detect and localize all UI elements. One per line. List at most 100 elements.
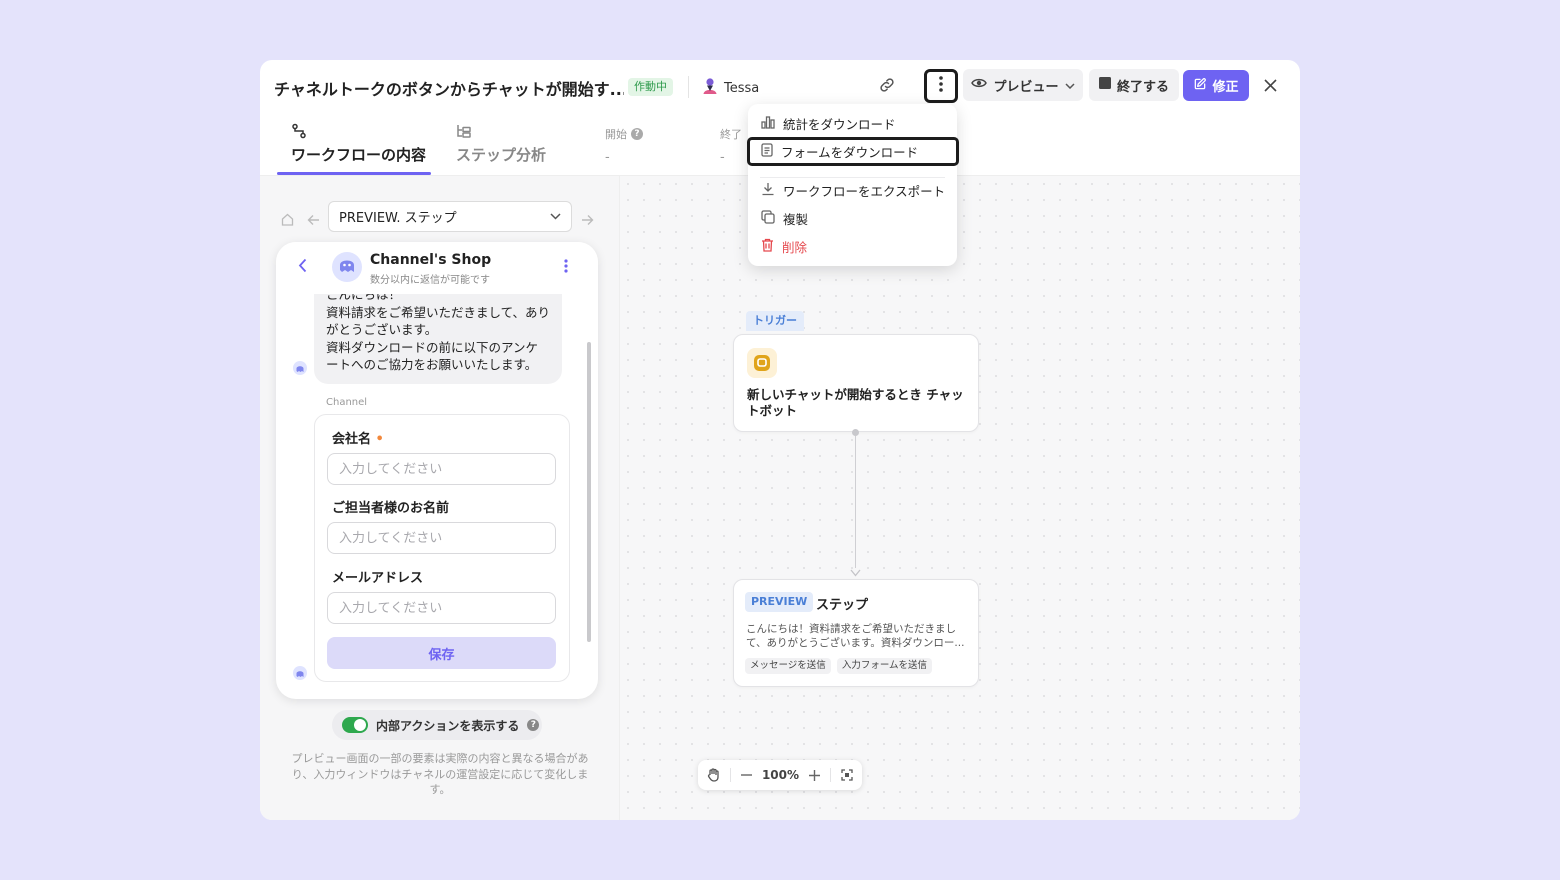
document-icon xyxy=(761,143,773,160)
preview-note: プレビュー画面の一部の要素は実際の内容と異なる場合があり、入力ウィンドウはチャネ… xyxy=(291,752,589,796)
contact-name-input[interactable] xyxy=(327,522,556,554)
end-meta-label: 終了 xyxy=(720,128,742,141)
menu-item-export-workflow[interactable]: ワークフローをエクスポート xyxy=(752,177,953,203)
bot-face-icon xyxy=(337,256,357,278)
chevron-down-icon xyxy=(1064,78,1075,93)
copy-link-button[interactable] xyxy=(872,73,902,101)
help-icon[interactable]: ? xyxy=(631,128,643,140)
home-button[interactable] xyxy=(278,212,296,228)
tab-step-analysis[interactable]: ステップ分析 xyxy=(456,122,546,165)
tab-label: ワークフローの内容 xyxy=(291,146,427,164)
zoom-in-button[interactable] xyxy=(809,764,820,786)
edit-button[interactable]: 修正 xyxy=(1183,70,1249,101)
preview-panel: PREVIEW. ステップ Channel's Shop 数分以内に返信が可能で… xyxy=(260,176,620,820)
trigger-node[interactable]: 新しいチャットが開始するとき チャットボット xyxy=(733,334,979,432)
menu-item-label: フォームをダウンロード xyxy=(781,145,919,160)
divider xyxy=(829,768,831,782)
arrow-right-icon xyxy=(581,211,594,230)
more-vertical-icon xyxy=(939,76,943,96)
step-node[interactable]: PREVIEW ステップ こんにちは！資料請求をご希望いただきまして、ありがとう… xyxy=(733,579,979,687)
internal-actions-toggle-row: 内部アクションを表示する ? xyxy=(332,710,542,740)
bot-mini-avatar-icon xyxy=(293,361,307,375)
download-icon xyxy=(761,182,775,199)
preview-label: プレビュー xyxy=(993,79,1059,95)
zoom-toolbar: 100% xyxy=(698,760,862,790)
preview-button[interactable]: プレビュー xyxy=(963,69,1083,101)
end-label: 終了する xyxy=(1116,79,1169,95)
chevron-left-icon[interactable] xyxy=(298,258,307,277)
edit-label: 修正 xyxy=(1212,80,1239,95)
menu-item-download-form[interactable]: フォームをダウンロード xyxy=(747,137,959,166)
menu-item-delete[interactable]: 削除 xyxy=(752,233,953,259)
user-avatar-icon xyxy=(702,77,718,99)
shop-status: 数分以内に返信が可能です xyxy=(370,275,490,286)
chat-preview-phone: Channel's Shop 数分以内に返信が可能です こんにちは！ 資料請求を… xyxy=(276,242,598,699)
menu-item-label: 削除 xyxy=(782,239,808,255)
divider xyxy=(729,768,731,782)
connector-dot xyxy=(852,429,859,436)
start-meta: 開始? - xyxy=(605,126,643,165)
menu-item-label: 統計をダウンロード xyxy=(783,116,896,132)
required-marker: • xyxy=(371,432,384,447)
internal-actions-switch[interactable] xyxy=(342,717,368,733)
forward-button[interactable] xyxy=(578,212,596,228)
workflow-canvas[interactable]: トリガー 新しいチャットが開始するとき チャットボット PREVIEW ステップ… xyxy=(620,176,1300,820)
tab-label: ステップ分析 xyxy=(456,146,547,164)
hierarchy-icon xyxy=(456,122,546,140)
help-icon[interactable]: ? xyxy=(527,719,540,731)
menu-item-label: ワークフローをエクスポート xyxy=(783,183,946,199)
more-options-button[interactable] xyxy=(924,69,958,103)
copy-icon xyxy=(761,209,775,227)
field-label-company: 会社名 • xyxy=(332,432,384,447)
more-vertical-icon[interactable] xyxy=(564,258,568,277)
zoom-level: 100% xyxy=(761,768,800,782)
trigger-tag: トリガー xyxy=(746,311,804,331)
fit-screen-icon[interactable] xyxy=(841,764,853,786)
connector-line xyxy=(855,436,856,568)
action-chip: 入力フォームを送信 xyxy=(836,658,933,674)
bar-chart-icon xyxy=(761,115,775,132)
email-input[interactable] xyxy=(327,592,556,624)
survey-form: 会社名 • ご担当者様のお名前 メールアドレス 保存 xyxy=(314,414,570,682)
step-select[interactable]: PREVIEW. ステップ xyxy=(328,201,572,232)
channel-label: Channel xyxy=(326,397,368,408)
zoom-out-button[interactable] xyxy=(740,764,752,786)
company-input[interactable] xyxy=(327,453,556,485)
step-actions: メッセージを送信 入力フォームを送信 xyxy=(745,658,933,674)
start-label: 開始 xyxy=(605,128,627,141)
active-tab-indicator xyxy=(277,172,431,175)
end-workflow-button[interactable]: 終了する xyxy=(1089,69,1179,101)
chat-bubble-icon xyxy=(747,348,777,378)
close-icon xyxy=(1263,77,1277,96)
toggle-label: 内部アクションを表示する xyxy=(376,718,520,733)
chat-header: Channel's Shop 数分以内に返信が可能です xyxy=(276,242,598,294)
trigger-text: 新しいチャットが開始するとき チャットボット xyxy=(747,387,964,418)
step-select-value: PREVIEW. ステップ xyxy=(339,211,457,226)
trash-icon xyxy=(761,238,774,255)
status-badge: 作動中 xyxy=(628,78,673,96)
menu-item-download-stats[interactable]: 統計をダウンロード xyxy=(752,110,953,136)
back-button[interactable] xyxy=(304,212,322,228)
user-info: Tessa xyxy=(702,77,759,99)
menu-item-duplicate[interactable]: 複製 xyxy=(752,205,953,231)
chat-body: こんにちは！ 資料請求をご希望いただきまして、ありがとうございます。 資料ダウン… xyxy=(276,294,598,699)
chevron-down-icon xyxy=(550,209,561,224)
shop-name: Channel's Shop xyxy=(370,252,492,268)
end-meta: 終了 - xyxy=(720,126,742,165)
link-icon xyxy=(878,76,896,98)
save-button[interactable]: 保存 xyxy=(327,637,556,669)
eye-icon xyxy=(971,77,988,93)
close-button[interactable] xyxy=(1258,72,1282,100)
shop-avatar xyxy=(332,252,362,282)
workflow-icon xyxy=(291,122,426,140)
start-value: - xyxy=(605,150,610,165)
field-label-contact-name: ご担当者様のお名前 xyxy=(332,501,450,516)
chat-scrollbar[interactable] xyxy=(587,342,591,642)
stop-icon xyxy=(1098,77,1111,93)
workflow-title: チャネルトークのボタンからチャットが開始す... xyxy=(274,80,624,99)
hand-tool-icon[interactable] xyxy=(707,764,720,786)
action-chip: メッセージを送信 xyxy=(745,658,831,674)
divider xyxy=(688,76,689,98)
tab-workflow-content[interactable]: ワークフローの内容 xyxy=(291,122,426,165)
end-value: - xyxy=(720,150,725,165)
